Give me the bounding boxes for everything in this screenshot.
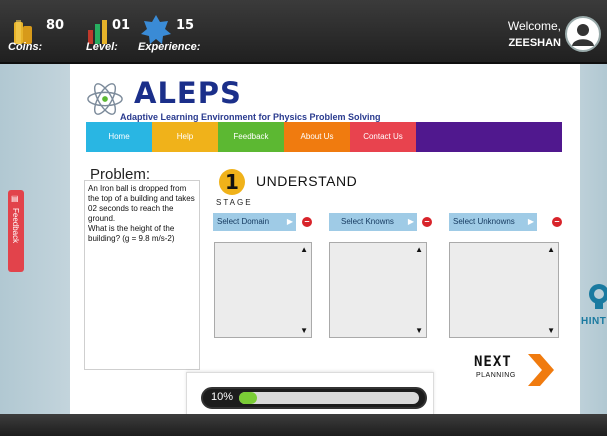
- next-label: NEXT: [474, 354, 512, 370]
- chevron-right-icon: [528, 354, 554, 386]
- feedback-tab-label: Feedback: [11, 208, 20, 244]
- logo-subtitle: Adaptive Learning Environment for Physic…: [120, 112, 381, 122]
- select-knowns-dropdown[interactable]: Select Knowns ▶: [329, 213, 417, 231]
- feedback-side-tab[interactable]: ▤ Feedback: [8, 190, 24, 272]
- chevron-right-icon: ▶: [407, 217, 414, 226]
- next-sublabel: PLANNING: [476, 372, 516, 379]
- main-nav: Home Help Feedback About Us Contact Us: [86, 122, 562, 152]
- welcome-block: Welcome, ZEESHAN: [508, 18, 561, 52]
- coins-label: Coins:: [8, 41, 43, 53]
- progress-bar: 10%: [201, 387, 427, 409]
- atom-icon: [87, 83, 123, 115]
- progress-percent: 10%: [211, 391, 234, 403]
- nav-about-us[interactable]: About Us: [284, 122, 350, 152]
- feedback-icon: ▤: [11, 194, 19, 203]
- bottom-bar: [0, 414, 607, 436]
- problem-text: An Iron ball is dropped from the top of …: [84, 180, 200, 370]
- progress-track: [239, 392, 419, 404]
- coins-value: 80: [46, 18, 65, 33]
- level-label: Level:: [86, 41, 118, 53]
- username: ZEESHAN: [508, 37, 561, 49]
- progress-fill: [239, 392, 257, 404]
- chevron-right-icon: ▶: [286, 217, 293, 226]
- scroll-down-icon[interactable]: ▼: [300, 326, 308, 335]
- domain-listbox[interactable]: ▲ ▼: [214, 242, 312, 338]
- chevron-right-icon: ▶: [527, 217, 534, 226]
- remove-knowns-button[interactable]: –: [422, 217, 432, 227]
- scroll-up-icon[interactable]: ▲: [415, 245, 423, 254]
- logo-title: ALEPS: [134, 76, 242, 110]
- nav-home[interactable]: Home: [86, 122, 152, 152]
- remove-unknowns-button[interactable]: –: [552, 217, 562, 227]
- experience-value: 15: [176, 18, 195, 33]
- main-panel: ALEPS Adaptive Learning Environment for …: [70, 64, 580, 416]
- select-unknowns-dropdown[interactable]: Select Unknowns ▶: [449, 213, 537, 231]
- coins-stat: 80 Coins:: [0, 10, 70, 54]
- scroll-down-icon[interactable]: ▼: [547, 326, 555, 335]
- user-icon: [572, 24, 594, 46]
- stage-name: UNDERSTAND: [256, 173, 358, 189]
- lightbulb-icon: [589, 284, 607, 309]
- stage-label: STAGE: [216, 198, 253, 207]
- hint-button[interactable]: HINT: [579, 282, 607, 338]
- select-domain-label: Select Domain: [217, 217, 270, 226]
- stage-number-badge: 1: [219, 169, 245, 195]
- scroll-down-icon[interactable]: ▼: [415, 326, 423, 335]
- remove-domain-button[interactable]: –: [302, 217, 312, 227]
- nav-feedback[interactable]: Feedback: [218, 122, 284, 152]
- experience-label: Experience:: [138, 41, 201, 53]
- nav-filler: [416, 122, 562, 152]
- nav-help[interactable]: Help: [152, 122, 218, 152]
- select-unknowns-label: Select Unknowns: [453, 217, 515, 226]
- scroll-up-icon[interactable]: ▲: [547, 245, 555, 254]
- nav-contact-us[interactable]: Contact Us: [350, 122, 416, 152]
- experience-stat: 15 Experience:: [120, 10, 210, 54]
- avatar[interactable]: [565, 16, 601, 52]
- top-status-bar: 80 Coins: 01 Level: 15 Experience: Welco…: [0, 0, 607, 64]
- progress-card: 10%: [186, 372, 434, 416]
- hint-label: HINT: [581, 316, 607, 327]
- select-knowns-label: Select Knowns: [341, 217, 394, 226]
- scroll-up-icon[interactable]: ▲: [300, 245, 308, 254]
- select-domain-dropdown[interactable]: Select Domain ▶: [213, 213, 296, 231]
- stage-number: 1: [225, 170, 239, 194]
- knowns-listbox[interactable]: ▲ ▼: [329, 242, 427, 338]
- next-planning-button[interactable]: NEXT PLANNING: [474, 354, 554, 390]
- unknowns-listbox[interactable]: ▲ ▼: [449, 242, 559, 338]
- welcome-text: Welcome,: [507, 19, 561, 33]
